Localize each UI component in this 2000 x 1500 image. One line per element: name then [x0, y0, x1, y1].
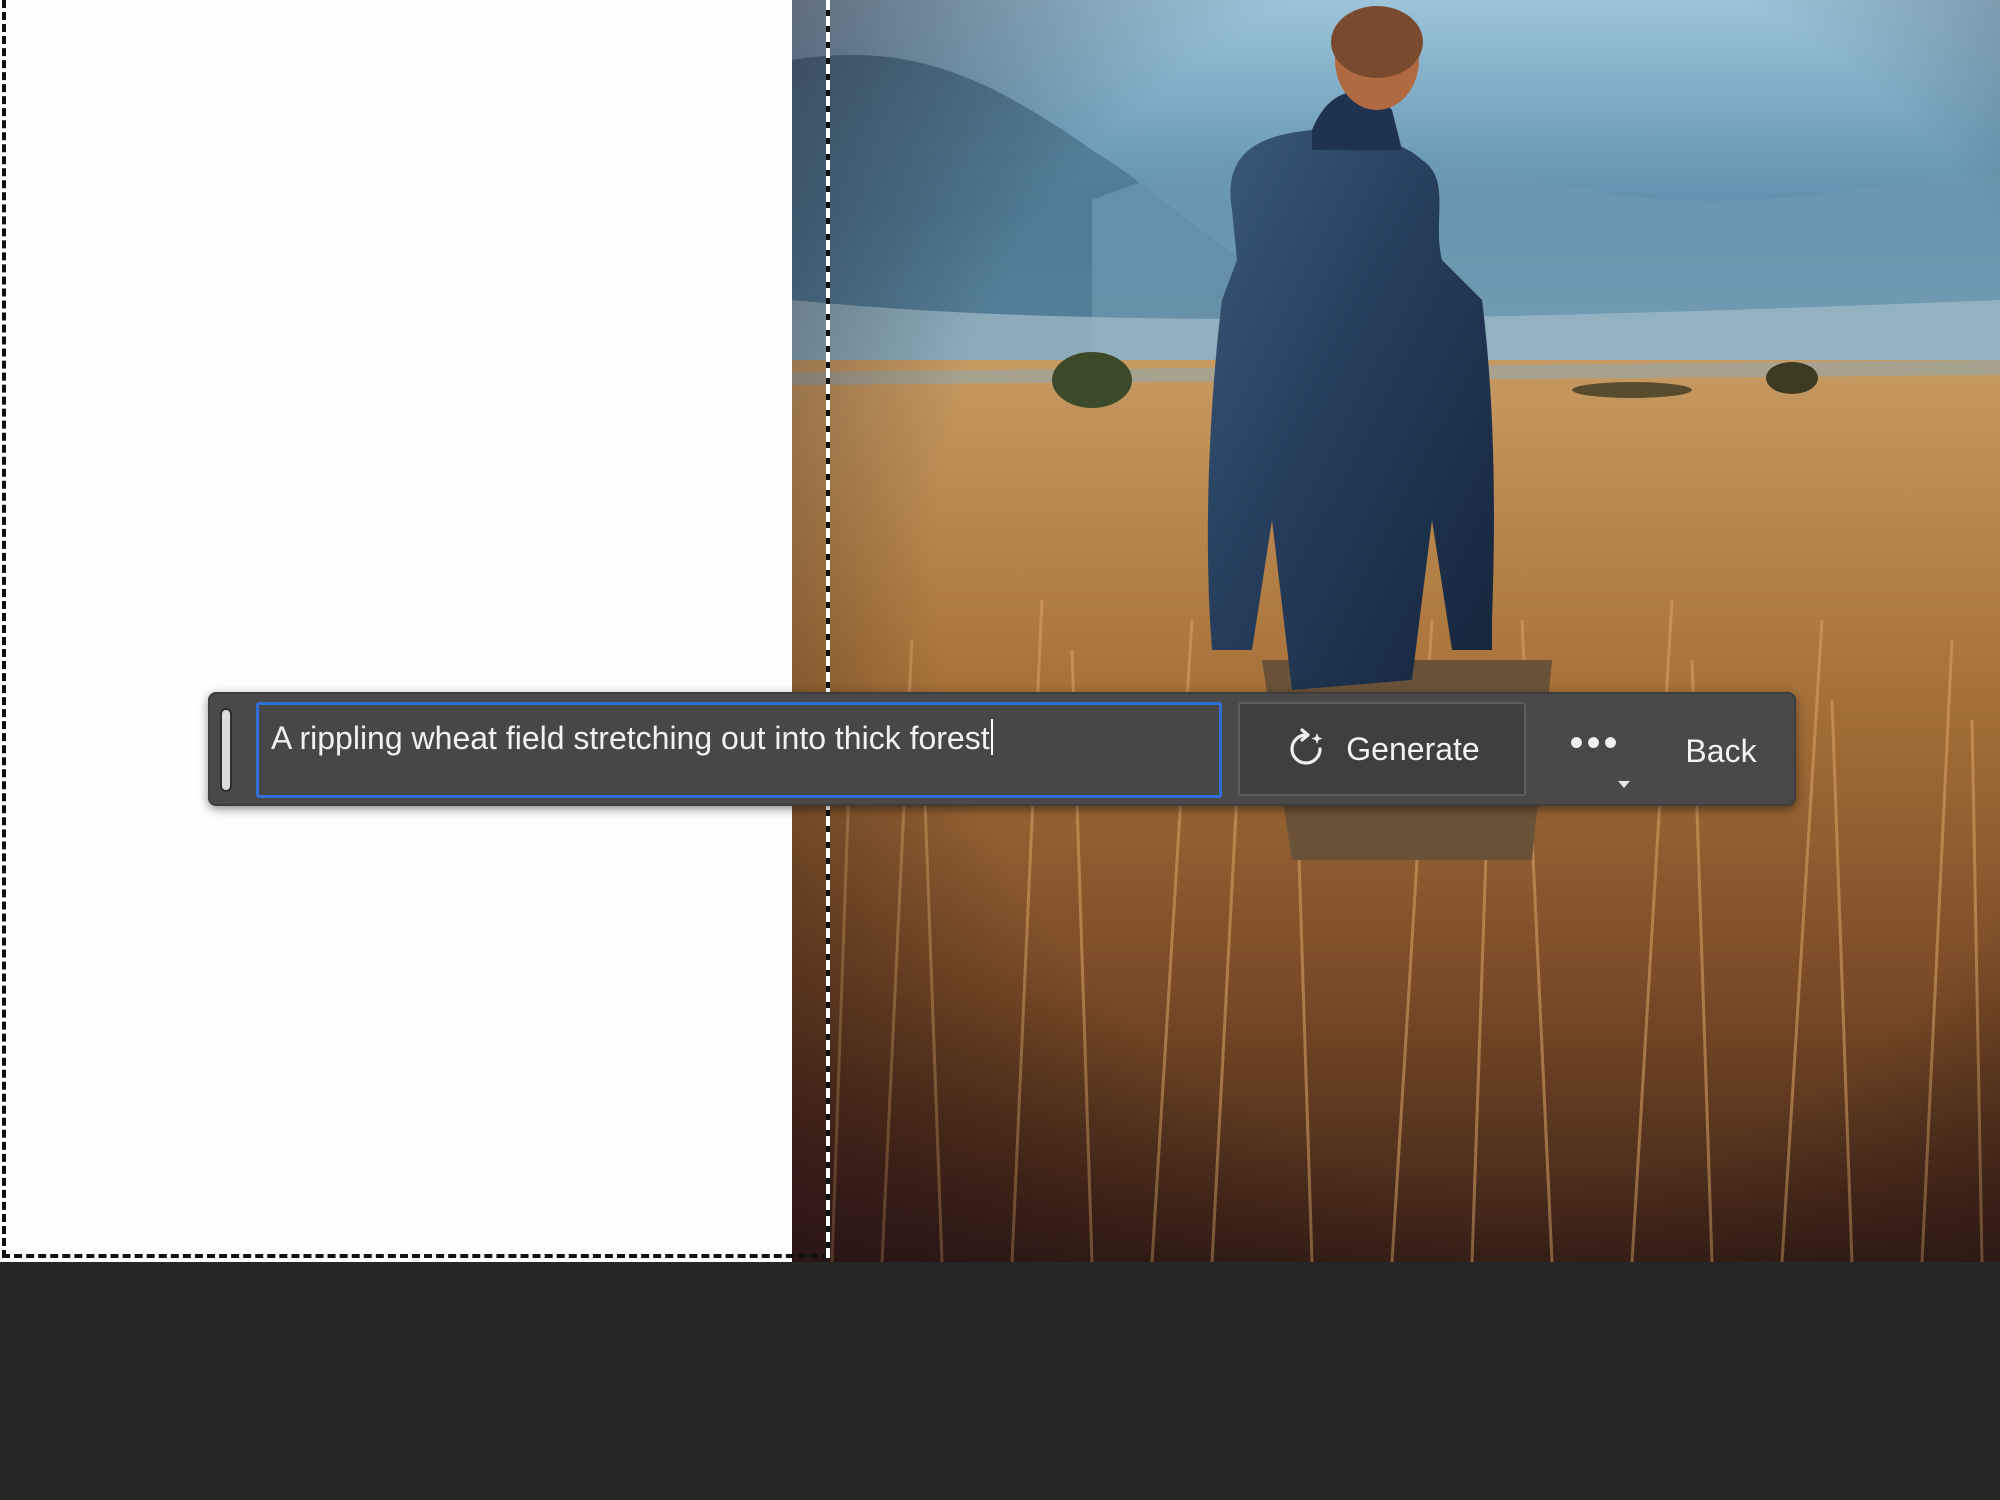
- generate-refresh-sparkle-icon: [1290, 728, 1323, 765]
- back-button[interactable]: Back: [1666, 708, 1776, 794]
- text-cursor: [990, 719, 993, 755]
- generate-button[interactable]: Generate: [1238, 702, 1526, 796]
- generative-fill-prompt-input[interactable]: A rippling wheat field stretching out in…: [256, 702, 1222, 798]
- prompt-text: A rippling wheat field stretching out in…: [271, 720, 990, 756]
- chevron-down-icon: [1618, 781, 1630, 788]
- back-button-label: Back: [1685, 732, 1757, 769]
- generate-button-label: Generate: [1346, 730, 1480, 767]
- more-options-icon: •••: [1569, 721, 1621, 765]
- drag-handle[interactable]: [220, 708, 232, 792]
- selection-marquee-edge: [826, 0, 830, 1258]
- expanded-blank-region: [0, 0, 792, 1262]
- document-canvas[interactable]: [0, 0, 2000, 1262]
- contextual-task-bar: A rippling wheat field stretching out in…: [208, 692, 1796, 806]
- more-options-button[interactable]: •••: [1550, 708, 1640, 794]
- landscape-photo: [792, 0, 2000, 1262]
